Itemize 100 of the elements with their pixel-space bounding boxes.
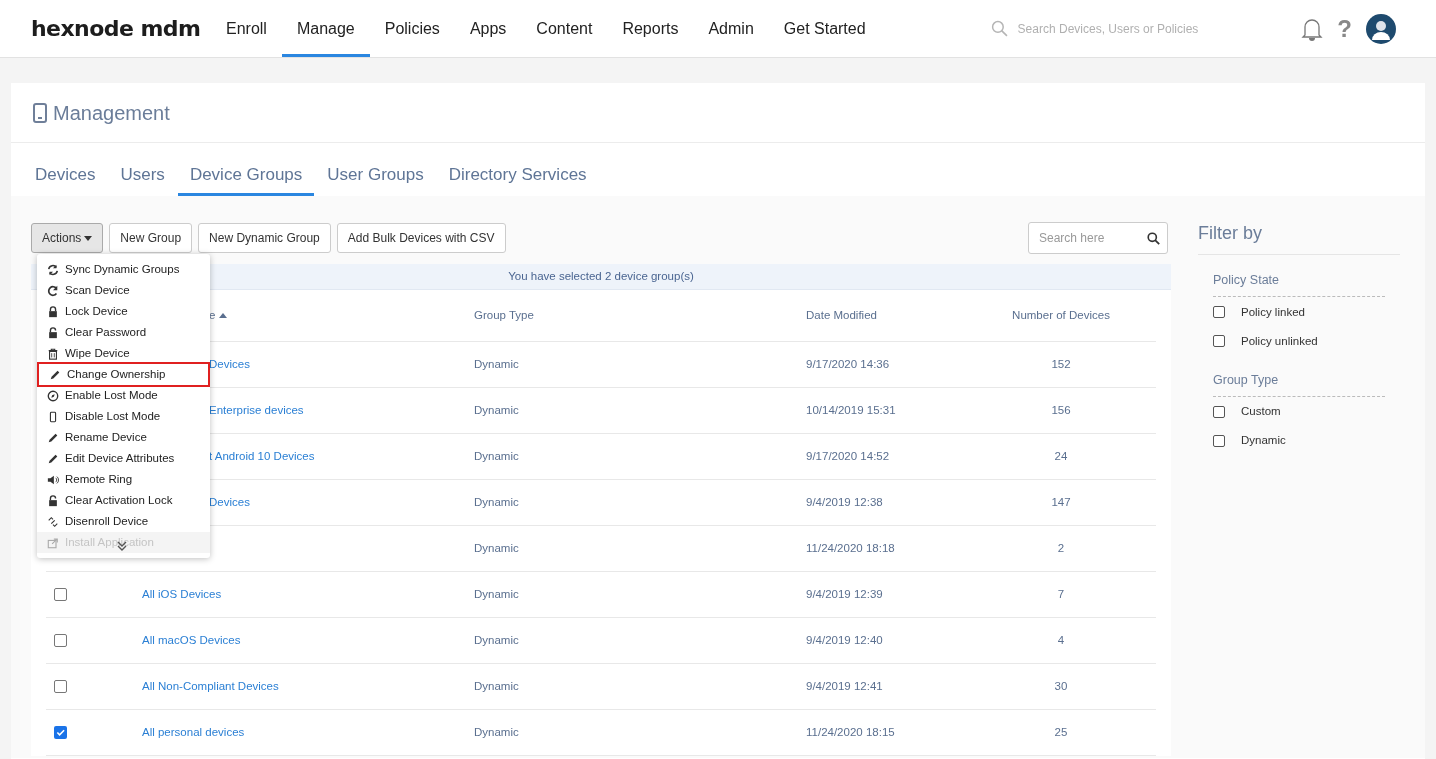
tab[interactable]: Devices <box>23 161 108 196</box>
table-search-field[interactable]: Search here <box>1028 222 1168 254</box>
filter-option-label[interactable]: Policy unlinked <box>1241 332 1318 350</box>
pencil-icon <box>47 452 59 465</box>
group-link[interactable]: All iOS Devices <box>142 587 222 600</box>
pencil-icon <box>49 368 61 381</box>
brand-logo[interactable]: hexnode mdm <box>31 12 203 45</box>
table-cell: 147 <box>1051 495 1071 508</box>
table-cell: 30 <box>1054 679 1068 692</box>
actions-dropdown-button[interactable]: Actions <box>31 223 104 253</box>
table-cell: 9/4/2019 12:39 <box>806 587 883 600</box>
sort-ascending-icon[interactable] <box>219 313 228 318</box>
menu-item[interactable]: Lock Device <box>37 301 210 322</box>
table-cell: Dynamic <box>474 495 519 508</box>
compass-icon <box>47 389 59 402</box>
tab[interactable]: User Groups <box>315 161 436 196</box>
nav-tab[interactable]: Manage <box>281 0 370 57</box>
lock-icon <box>47 305 59 318</box>
filter-checkbox[interactable] <box>1213 306 1225 319</box>
avatar-icon[interactable] <box>1366 13 1396 44</box>
column-header[interactable]: Date Modified <box>806 308 877 321</box>
nav-tab[interactable]: Policies <box>369 0 455 57</box>
table-cell: 9/4/2019 12:38 <box>806 495 883 508</box>
menu-item[interactable]: Rename Device <box>37 427 210 448</box>
row-checkbox[interactable] <box>54 680 67 693</box>
toolbar-button[interactable]: New Group <box>109 223 193 253</box>
table-cell: 2 <box>1057 541 1065 554</box>
sync-icon <box>47 263 59 276</box>
group-link[interactable]: All personal devices <box>142 725 245 738</box>
table-cell: 152 <box>1051 357 1071 370</box>
tab[interactable]: Users <box>108 161 177 196</box>
row-checkbox[interactable] <box>54 588 67 601</box>
table-cell: Dynamic <box>474 587 519 600</box>
tab[interactable]: Directory Services <box>436 161 599 196</box>
filter-option-label[interactable]: Policy linked <box>1241 303 1305 321</box>
help-icon[interactable]: ? <box>1337 10 1352 47</box>
unlocked-padlock-icon <box>47 326 59 339</box>
table-cell: 24 <box>1054 449 1068 462</box>
table-cell: Dynamic <box>474 403 519 416</box>
toolbar-button[interactable]: Add Bulk Devices with CSV <box>336 223 506 253</box>
nav-tab[interactable]: Apps <box>454 0 522 57</box>
table-cell: 10/14/2019 15:31 <box>806 403 896 416</box>
filter-checkbox[interactable] <box>1213 406 1225 418</box>
group-link[interactable]: Enterprise devices <box>209 403 304 416</box>
row-checkbox[interactable] <box>54 726 67 739</box>
menu-item[interactable]: Disenroll Device <box>37 511 210 532</box>
group-link[interactable]: Devices <box>209 357 250 370</box>
filter-title: Filter by <box>1198 220 1400 255</box>
filter-checkbox[interactable] <box>1213 435 1225 447</box>
trash-icon <box>47 347 59 360</box>
menu-item[interactable]: Clear Password <box>37 322 210 343</box>
filter-section-title: Policy State <box>1213 271 1385 297</box>
table-cell: Dynamic <box>474 357 519 370</box>
table-cell: 9/17/2020 14:52 <box>806 449 890 462</box>
notification-bell-icon[interactable] <box>1301 16 1324 41</box>
filter-section-title: Group Type <box>1213 370 1385 397</box>
broken-link-icon <box>47 515 59 528</box>
group-link[interactable]: All Non-Compliant Devices <box>142 679 279 692</box>
toolbar-button[interactable]: New Dynamic Group <box>198 223 331 253</box>
table-cell: 156 <box>1051 403 1071 416</box>
nav-tab[interactable]: Content <box>521 0 608 57</box>
caret-icon <box>84 235 93 241</box>
nav-tab[interactable]: Enroll <box>211 0 282 57</box>
unlocked-padlock-icon <box>47 494 59 507</box>
filter-option-label[interactable]: Custom <box>1241 403 1281 421</box>
menu-item[interactable]: Wipe Device <box>37 343 210 364</box>
menu-item[interactable]: Edit Device Attributes <box>37 448 210 469</box>
table-cell: 9/17/2020 14:36 <box>806 357 890 370</box>
phone-icon <box>33 102 47 123</box>
group-link[interactable]: Devices <box>209 495 250 508</box>
menu-item[interactable]: Disable Lost Mode <box>37 406 210 427</box>
table-cell: Dynamic <box>474 449 519 462</box>
table-cell: Dynamic <box>474 541 519 554</box>
group-link[interactable]: All macOS Devices <box>142 633 241 646</box>
menu-item[interactable]: Change Ownership <box>39 364 208 385</box>
column-header[interactable]: Number of Devices <box>1012 308 1110 321</box>
share-icon <box>47 536 59 549</box>
nav-tab[interactable]: Admin <box>693 0 769 57</box>
menu-item[interactable]: Enable Lost Mode <box>37 385 210 406</box>
table-cell: 11/24/2020 18:18 <box>806 541 895 554</box>
menu-item[interactable]: Remote Ring <box>37 469 210 490</box>
table-cell: 7 <box>1057 587 1065 600</box>
nav-tab[interactable]: Reports <box>607 0 694 57</box>
table-cell: 25 <box>1054 725 1068 738</box>
table-cell: 11/24/2020 18:15 <box>806 725 895 738</box>
column-header[interactable]: Group Type <box>474 308 534 321</box>
search-icon[interactable] <box>1147 232 1160 245</box>
table-cell: 9/4/2019 12:41 <box>806 679 883 692</box>
filter-checkbox[interactable] <box>1213 335 1225 348</box>
nav-tab[interactable]: Get Started <box>768 0 881 57</box>
filter-option-label[interactable]: Dynamic <box>1241 432 1286 450</box>
refresh-icon <box>47 284 59 297</box>
search-icon <box>990 20 1008 37</box>
menu-item[interactable]: Clear Activation Lock <box>37 490 210 511</box>
pencil-icon <box>47 431 59 444</box>
global-search-field[interactable]: Search Devices, Users or Policies <box>1017 19 1248 38</box>
table-cell: 4 <box>1057 633 1065 646</box>
column-header[interactable]: e <box>209 306 216 325</box>
row-checkbox[interactable] <box>54 634 67 647</box>
table-cell: Dynamic <box>474 725 519 738</box>
